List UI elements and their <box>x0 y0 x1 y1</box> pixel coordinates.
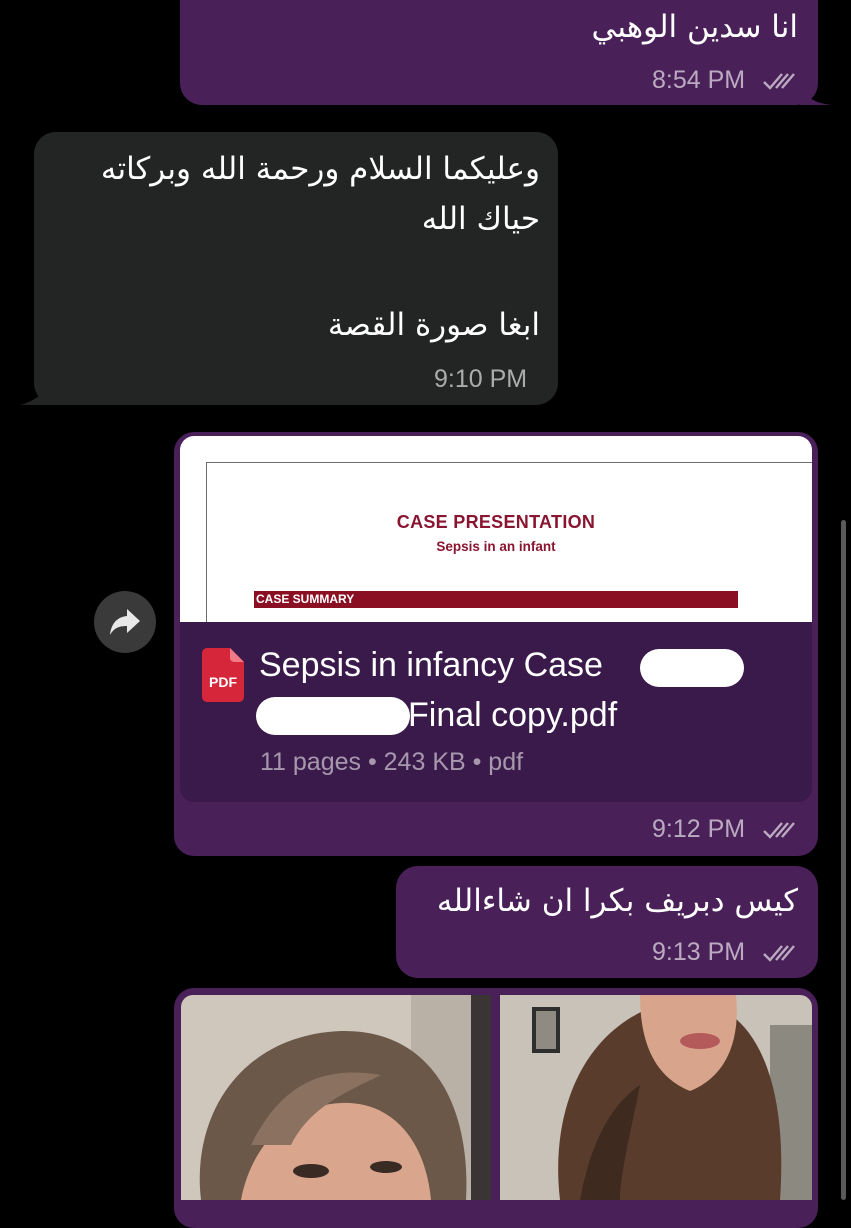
message-time: 9:10 PM <box>434 365 528 393</box>
double-check-icon <box>763 822 795 839</box>
message-line: حياك الله <box>421 201 540 237</box>
photo-portrait <box>181 995 491 1200</box>
pdf-section-bar: CASE SUMMARY <box>254 591 738 608</box>
photo-thumbnail[interactable] <box>181 995 491 1200</box>
double-check-icon <box>763 945 795 962</box>
message-line: ابغا صورة القصة <box>327 307 540 343</box>
pdf-subheading: Sepsis in an infant <box>436 539 556 554</box>
redaction-mark <box>256 697 410 735</box>
message-time: 8:54 PM <box>652 66 746 94</box>
message-text: كيس دبريف بكرا ان شاءالله <box>436 883 798 919</box>
file-meta: 11 pages • 243 KB • pdf <box>260 748 524 776</box>
message-time: 9:13 PM <box>652 938 746 966</box>
redaction-mark <box>640 649 744 687</box>
pdf-preview[interactable]: CASE PRESENTATION Sepsis in an infant CA… <box>180 436 812 622</box>
pdf-section-label: CASE SUMMARY <box>256 592 355 606</box>
photo-portrait <box>500 995 812 1200</box>
message-line: وعليكما السلام ورحمة الله وبركاته <box>100 151 540 187</box>
scrollbar[interactable] <box>841 520 846 1200</box>
file-name-line: Final copy.pdf <box>408 696 618 734</box>
bubble-tail <box>800 75 832 105</box>
forward-arrow-icon <box>110 609 140 635</box>
double-check-icon <box>763 73 795 90</box>
message-time: 9:12 PM <box>652 815 746 843</box>
photo-thumbnail[interactable] <box>500 995 812 1200</box>
forward-button[interactable] <box>94 591 156 653</box>
message-text: انا سدين الوهبي <box>591 9 798 45</box>
bubble-tail <box>20 370 54 405</box>
pdf-icon-label: PDF <box>209 674 237 690</box>
pdf-heading: CASE PRESENTATION <box>396 512 596 532</box>
